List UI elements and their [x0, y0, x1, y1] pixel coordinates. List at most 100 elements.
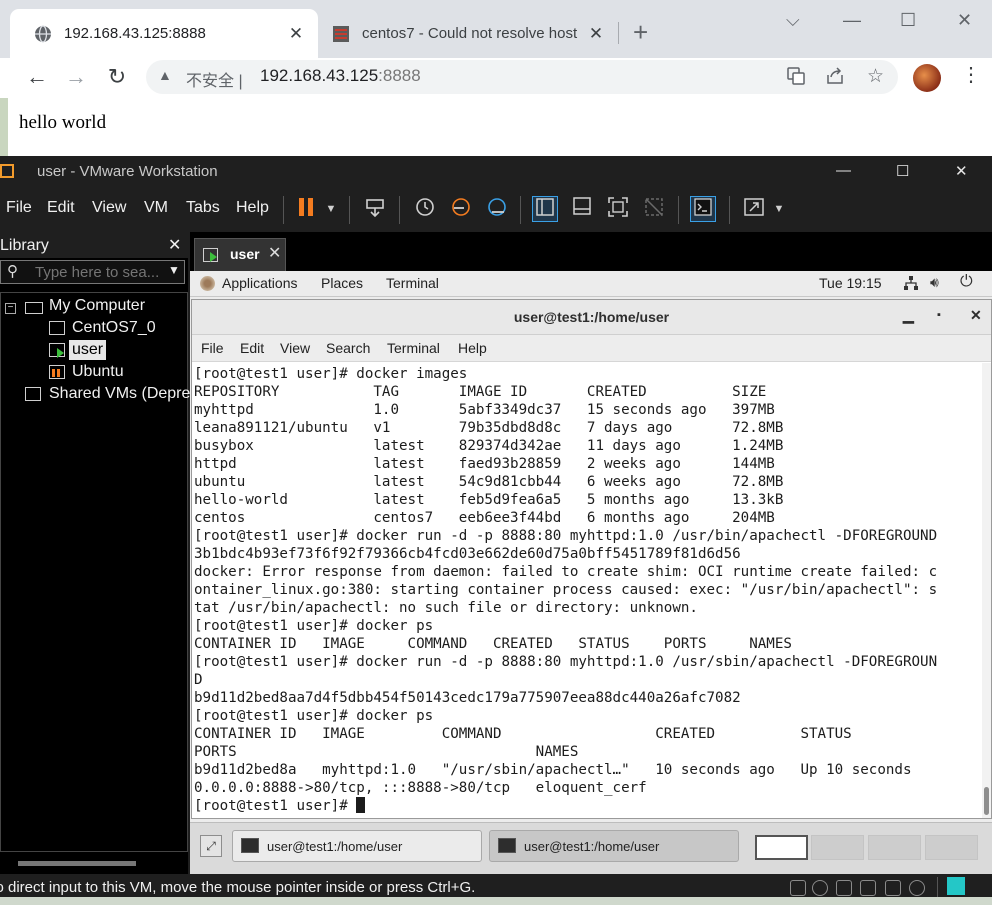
search-icon: ⚲ [7, 263, 18, 280]
terminal-output[interactable]: [root@test1 user]# docker images REPOSITO… [192, 363, 982, 818]
places-menu[interactable]: Places [321, 275, 363, 291]
menu-tabs[interactable]: Tabs [186, 199, 220, 217]
toolbar-divider [349, 196, 350, 224]
guest-screen[interactable]: Applications Places Terminal Tue 19:15 🔊… [190, 271, 992, 874]
terminal-scrollbar[interactable] [982, 363, 991, 818]
address-bar[interactable]: ▲ 不安全 | 192.168.43.125:8888 [146, 60, 898, 94]
terminal-menu-edit[interactable]: Edit [240, 340, 264, 356]
pause-icon[interactable] [293, 196, 319, 222]
chevron-down-icon[interactable]: ▼ [318, 196, 344, 222]
tab-search-icon[interactable]: ⌵ [786, 10, 800, 31]
send-ctrl-alt-del-icon[interactable] [362, 196, 388, 222]
bookmark-star-icon[interactable]: ☆ [867, 65, 884, 88]
clock[interactable]: Tue 19:15 [819, 275, 882, 291]
workspace-3[interactable] [868, 835, 921, 860]
stretch-guest-icon[interactable] [741, 196, 767, 222]
forward-button[interactable]: → [61, 64, 91, 90]
close-window-button[interactable]: ✕ [957, 10, 972, 31]
unity-icon[interactable] [641, 196, 667, 222]
vm-tab-user[interactable]: user ✕ [194, 238, 286, 271]
taskbar-item[interactable]: user@test1:/home/user [232, 830, 482, 862]
tree-item-user[interactable]: user [69, 340, 107, 360]
terminal-menu-help[interactable]: Help [458, 340, 487, 356]
cd-dvd-icon[interactable] [812, 880, 828, 896]
maximize-button[interactable]: ☐ [900, 10, 916, 31]
scrollbar-thumb[interactable] [18, 861, 136, 866]
library-search-input[interactable] [35, 263, 159, 282]
tree-item-ubuntu[interactable]: Ubuntu [72, 363, 124, 381]
warning-icon[interactable]: ▲ [158, 67, 172, 83]
taskbar-item-active[interactable]: user@test1:/home/user [489, 830, 739, 862]
share-icon[interactable] [826, 67, 844, 90]
snapshot-manager-icon[interactable] [484, 196, 510, 222]
library-close-icon[interactable]: ✕ [168, 235, 181, 255]
full-screen-icon[interactable] [605, 196, 631, 222]
network-adapter-icon[interactable] [836, 880, 852, 896]
show-library-icon[interactable] [532, 196, 558, 222]
browser-tab-active[interactable]: 192.168.43.125:8888 ✕ [10, 9, 318, 58]
library-search[interactable]: ⚲ ▼ [0, 260, 185, 284]
tree-item-centos7[interactable]: CentOS7_0 [72, 319, 156, 337]
tab-close-icon[interactable]: ✕ [286, 24, 306, 44]
back-button[interactable]: ← [22, 64, 52, 90]
reload-button[interactable]: ↻ [102, 64, 132, 90]
console-view-icon[interactable] [690, 196, 716, 222]
workspace-1[interactable] [755, 835, 808, 860]
close-window-button[interactable]: ✕ [955, 162, 968, 180]
terminal-line: CONTAINER ID IMAGE COMMAND CREATED STATU… [194, 726, 852, 742]
close-window-button[interactable]: ✕ [970, 307, 982, 324]
volume-icon[interactable]: 🔊︎ [930, 274, 939, 291]
display-icon[interactable] [909, 880, 925, 896]
terminal-menu-view[interactable]: View [280, 340, 310, 356]
show-desktop-icon[interactable]: ⤢ [200, 835, 222, 857]
minimize-button[interactable]: — [836, 162, 851, 179]
menu-edit[interactable]: Edit [47, 199, 75, 217]
new-tab-button[interactable]: + [633, 18, 648, 46]
message-log-icon[interactable] [947, 877, 965, 895]
menu-file[interactable]: File [6, 199, 32, 217]
applications-menu[interactable]: Applications [222, 275, 298, 291]
terminal-line: 0.0.0.0:8888->80/tcp, :::8888->80/tcp el… [194, 780, 647, 796]
tab-close-icon[interactable]: ✕ [268, 243, 281, 263]
chevron-down-icon[interactable]: ▼ [766, 196, 792, 222]
revert-snapshot-icon[interactable] [448, 196, 474, 222]
translate-icon[interactable] [787, 67, 805, 90]
terminal-menu-file[interactable]: File [201, 340, 224, 356]
scrollbar-thumb[interactable] [984, 787, 989, 815]
menu-view[interactable]: View [92, 199, 126, 217]
vm-running-icon [49, 343, 65, 358]
maximize-button[interactable]: ☐ [896, 162, 909, 180]
snapshot-icon[interactable] [412, 196, 438, 222]
terminal-menu-search[interactable]: Search [326, 340, 370, 356]
thumbnail-bar-icon[interactable] [569, 196, 595, 222]
library-horizontal-scrollbar[interactable] [0, 852, 188, 874]
status-message: To direct input to this VM, move the mou… [0, 879, 476, 896]
hard-disk-icon[interactable] [790, 880, 806, 896]
workspace-2[interactable] [811, 835, 864, 860]
gnome-window-list: ⤢ user@test1:/home/user user@test1:/home… [190, 822, 992, 874]
usb-icon[interactable] [860, 880, 876, 896]
minimize-button[interactable]: ▁ [903, 307, 914, 324]
network-icon[interactable] [903, 275, 919, 297]
sound-card-icon[interactable] [885, 880, 901, 896]
terminal-line: CONTAINER ID IMAGE COMMAND CREATED STATU… [194, 636, 792, 652]
menu-vm[interactable]: VM [144, 199, 168, 217]
terminal-menu-terminal[interactable]: Terminal [387, 340, 440, 356]
shared-vms-icon [25, 387, 41, 401]
security-label[interactable]: 不安全 | [186, 67, 243, 91]
minimize-button[interactable]: — [843, 10, 861, 31]
kebab-menu-icon[interactable]: ⋮ [961, 64, 981, 86]
collapse-toggle-icon[interactable]: − [5, 303, 16, 314]
url-text[interactable]: 192.168.43.125:8888 [260, 66, 421, 86]
terminal-menu[interactable]: Terminal [386, 275, 439, 291]
library-title: Library [0, 237, 49, 254]
menu-help[interactable]: Help [236, 199, 269, 217]
maximize-button[interactable]: ▪ [937, 309, 941, 321]
browser-tab-inactive[interactable]: centos7 - Could not resolve host ✕ [322, 9, 618, 58]
workspace-4[interactable] [925, 835, 978, 860]
profile-avatar[interactable] [913, 64, 941, 92]
tree-item-my-computer[interactable]: My Computer [49, 297, 145, 315]
tab-close-icon[interactable]: ✕ [586, 24, 606, 44]
chevron-down-icon[interactable]: ▼ [168, 263, 180, 277]
power-icon[interactable]: ⏻ [960, 273, 973, 291]
